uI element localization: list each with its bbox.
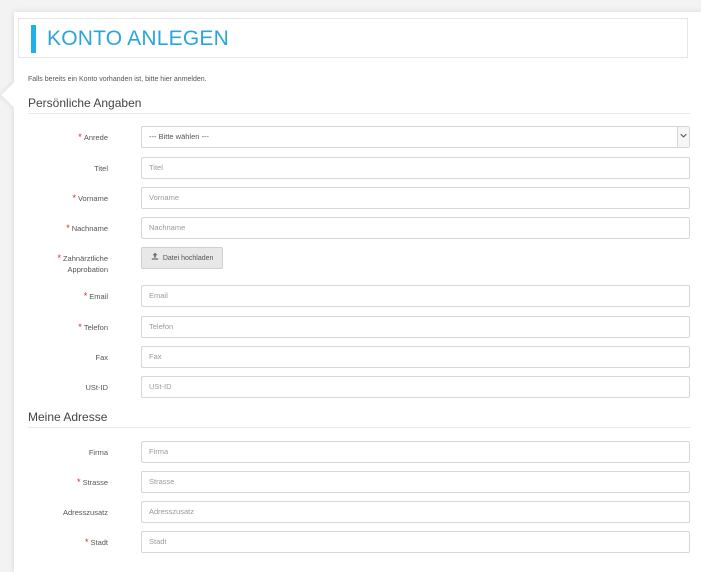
required-marker: * [72,193,76,203]
required-marker: * [78,322,82,332]
required-marker: * [84,537,89,547]
anrede-select[interactable]: --- Bitte wählen --- [141,126,690,148]
required-marker: * [83,291,88,301]
label-stadt: * Stadt [84,537,108,547]
strasse-field[interactable]: Strasse [141,471,690,493]
email-field[interactable]: Email [141,285,690,307]
required-marker: * [77,477,81,487]
section-title-personal: Persönliche Angaben [28,96,142,110]
label-approbation: * Zahnärztliche Approbation [57,253,108,274]
label-vorname: * Vorname [72,193,108,203]
vorname-field[interactable]: Vorname [141,187,690,209]
anrede-selected-value: --- Bitte wählen --- [149,132,210,141]
label-firma: Firma [88,448,108,457]
stadt-field[interactable]: Stadt [141,531,690,553]
section-divider [28,427,690,428]
section-divider [28,113,690,114]
section-title-address: Meine Adresse [28,410,108,424]
page-title-box: KONTO ANLEGEN [18,18,688,58]
login-hint[interactable]: Falls bereits ein Konto vorhanden ist, b… [28,76,207,83]
fax-field[interactable]: Fax [141,346,690,368]
title-accent-bar [31,25,36,53]
chevron-down-icon[interactable] [677,127,689,147]
label-fax: Fax [95,353,108,362]
titel-field[interactable]: Titel [141,157,690,179]
upload-icon [151,252,161,262]
label-email: * Email [83,291,108,301]
telefon-field[interactable]: Telefon [141,316,690,338]
label-adresszusatz: Adresszusatz [62,508,108,517]
label-titel: Titel [94,164,108,173]
label-strasse: * Strasse [77,477,108,487]
label-telefon: * Telefon [78,322,108,332]
upload-file-button[interactable]: Datei hochladen [141,247,223,269]
required-marker: * [78,132,82,142]
ustid-field[interactable]: USt-ID [141,376,690,398]
label-nachname: * Nachname [66,223,108,233]
label-anrede: * Anrede [78,132,108,142]
label-ustid: USt-ID [85,383,109,392]
firma-field[interactable]: Firma [141,441,690,463]
required-marker: * [57,253,61,263]
nachname-field[interactable]: Nachname [141,217,690,239]
page-title: KONTO ANLEGEN [47,27,229,50]
adresszusatz-field[interactable]: Adresszusatz [141,501,690,523]
required-marker: * [66,223,70,233]
